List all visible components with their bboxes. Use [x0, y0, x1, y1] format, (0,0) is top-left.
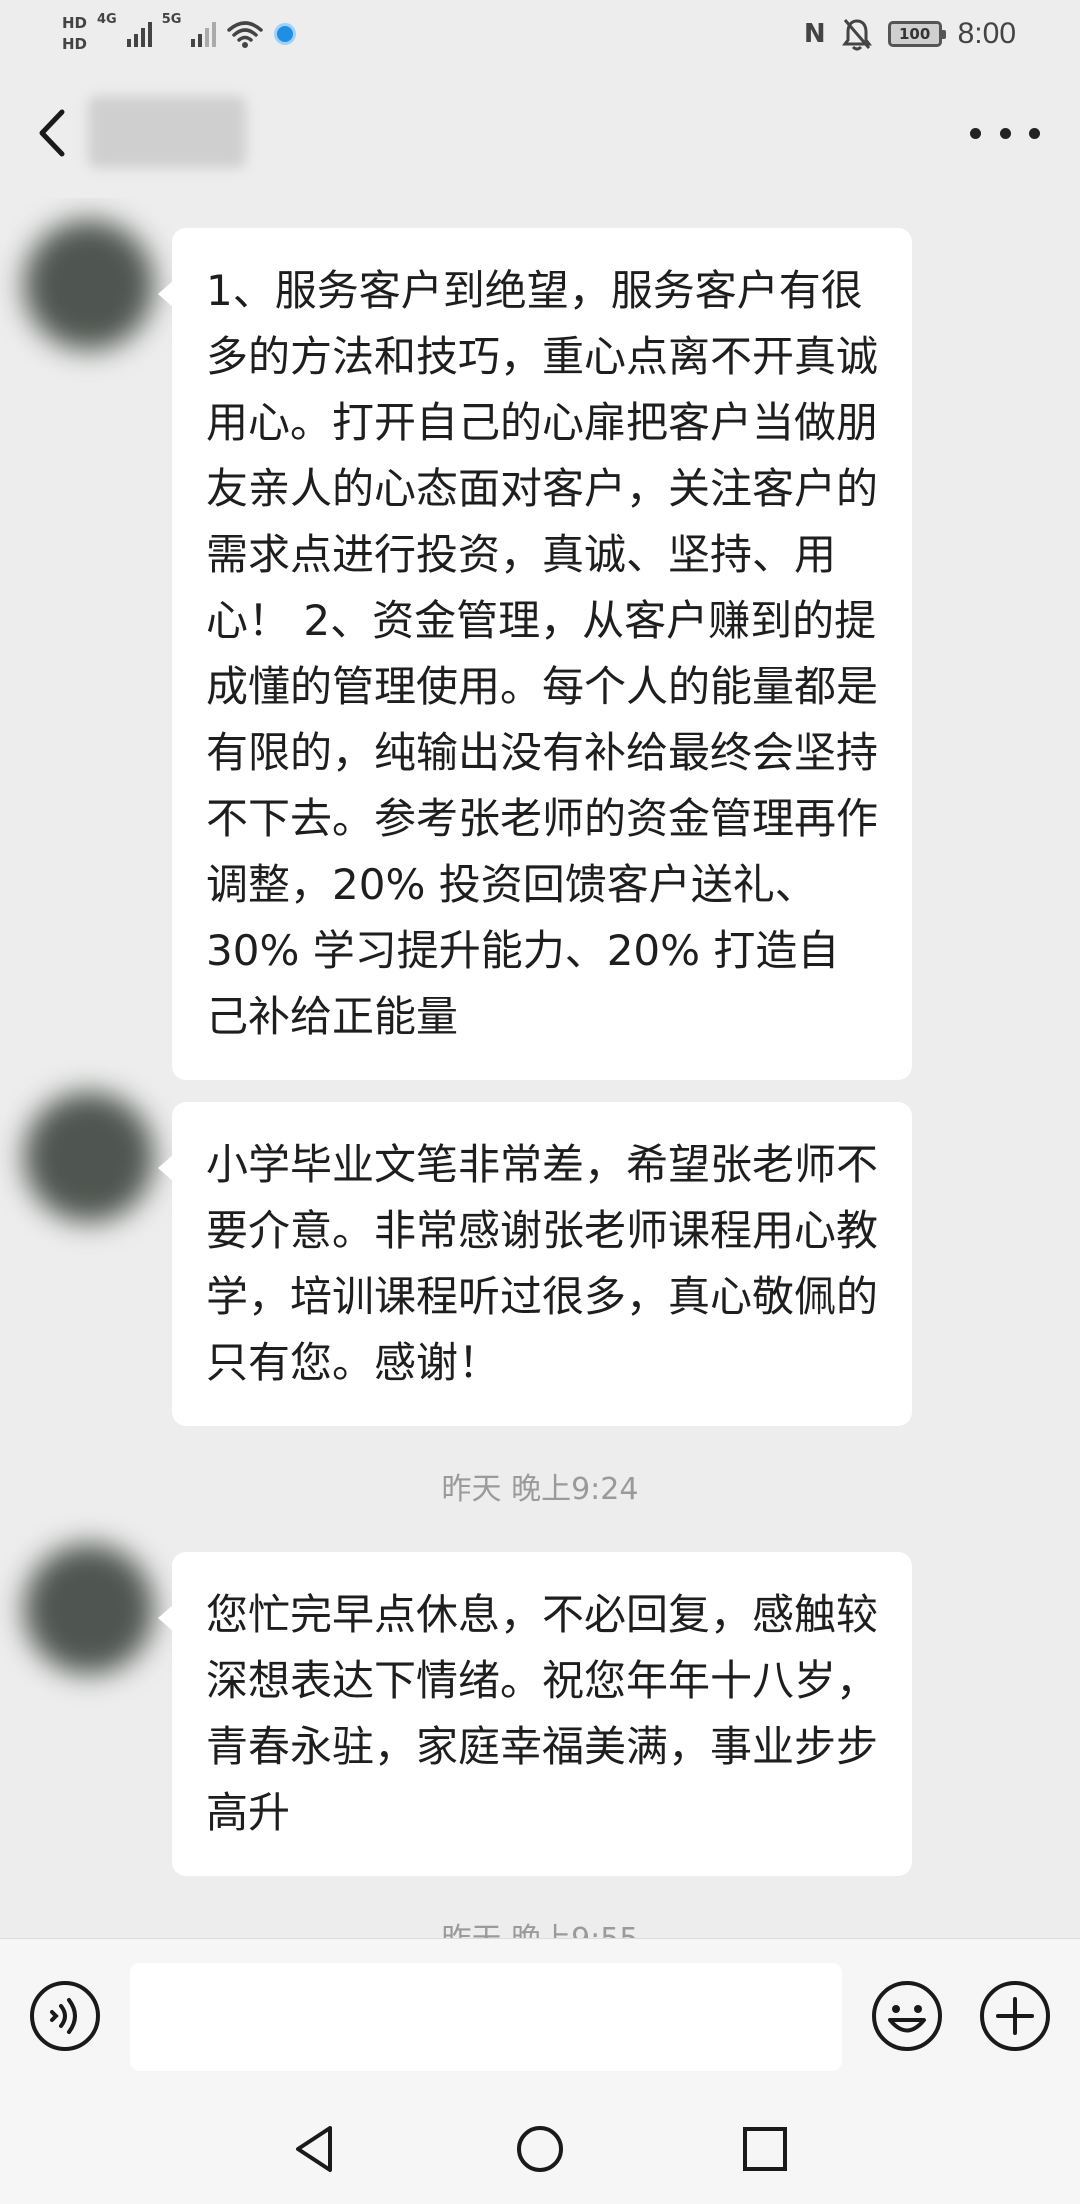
hd-indicators: HD HD: [62, 15, 87, 53]
hd-icon-2: HD: [62, 35, 88, 53]
timestamp: 昨天 晚上9:24: [441, 1472, 639, 1507]
avatar[interactable]: [24, 220, 154, 350]
mute-bell-icon: [841, 19, 872, 51]
plus-icon[interactable]: [978, 1979, 1052, 2053]
message-list: 1、服务客户到绝望，服务客户有很多的方法和技巧，重心点离不开真诚用心。打开自己的…: [0, 198, 1080, 1938]
emoji-icon[interactable]: [870, 1979, 944, 2053]
battery-level: 100: [898, 25, 931, 43]
chat-screen: HD HD 4G 5G N 100 8:00 1、服务客户到绝望，服务客户有很多…: [0, 0, 1080, 2204]
message-bubble[interactable]: 小学毕业文笔非常差，希望张老师不要介意。非常感谢张老师课程用心教学，培训课程听过…: [158, 1102, 912, 1426]
status-right: N 100 8:00: [804, 10, 1016, 58]
chat-header: [0, 68, 1080, 198]
message-bubble[interactable]: 1、服务客户到绝望，服务客户有很多的方法和技巧，重心点离不开真诚用心。打开自己的…: [158, 228, 912, 1080]
system-nav-bar: [0, 2094, 1080, 2204]
network-type-2: 5G: [161, 12, 182, 27]
chevron-left-icon[interactable]: [24, 98, 84, 168]
more-icon[interactable]: [970, 110, 1040, 156]
signal-icon-1: [126, 21, 152, 47]
avatar[interactable]: [24, 1092, 154, 1222]
timestamp: 昨天 晚上9:55: [0, 1914, 1080, 1938]
contact-name[interactable]: [88, 96, 246, 168]
circle-home-icon[interactable]: [505, 2114, 575, 2184]
status-time: 8:00: [957, 17, 1016, 50]
triangle-back-icon[interactable]: [280, 2114, 350, 2184]
wifi-icon: [227, 21, 264, 48]
signal-icon-2: [191, 21, 217, 47]
voice-icon[interactable]: [28, 1979, 102, 2053]
hd-icon-1: HD: [62, 14, 88, 32]
input-bar: [0, 1938, 1080, 2094]
message-input[interactable]: [130, 1963, 842, 2071]
status-left: HD HD 4G 5G: [62, 8, 297, 60]
network-type-1: 4G: [97, 12, 117, 27]
battery-icon: 100: [887, 21, 946, 47]
square-recent-icon[interactable]: [730, 2114, 800, 2184]
status-bar: HD HD 4G 5G N 100 8:00: [0, 0, 1080, 68]
nfc-icon: N: [803, 19, 826, 49]
browser-globe-icon: [274, 23, 297, 45]
avatar[interactable]: [24, 1544, 154, 1674]
message-bubble[interactable]: 您忙完早点休息，不必回复，感触较深想表达下情绪。祝您年年十八岁，青春永驻，家庭幸…: [158, 1552, 912, 1876]
